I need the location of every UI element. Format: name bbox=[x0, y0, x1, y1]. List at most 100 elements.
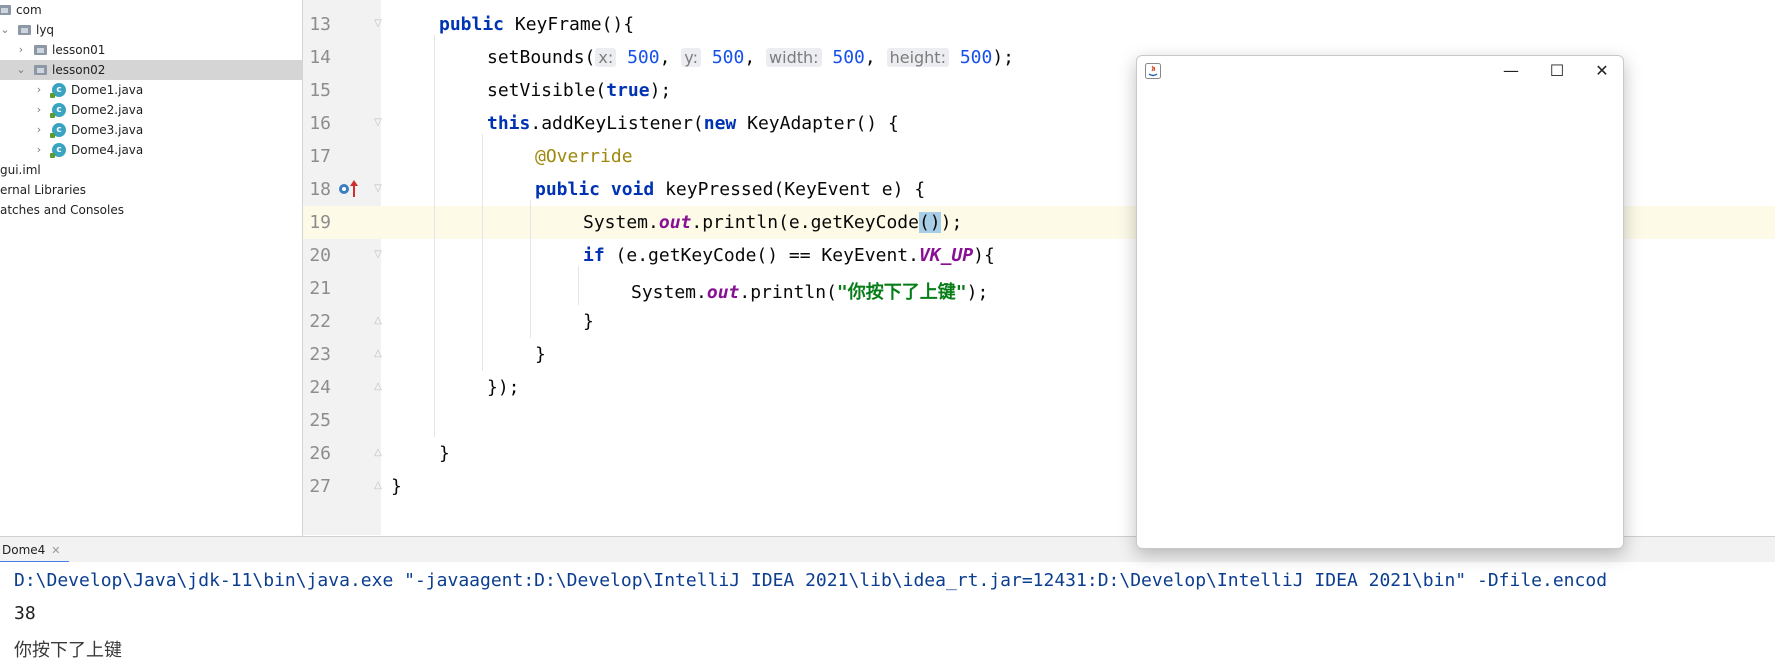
chevron-right-icon[interactable]: › bbox=[16, 40, 26, 60]
code-fragment: ){ bbox=[973, 245, 995, 266]
code-fragment: ); bbox=[966, 282, 989, 303]
package-icon bbox=[34, 45, 47, 55]
chevron-right-icon[interactable]: › bbox=[34, 140, 44, 160]
param-hint: width: bbox=[766, 48, 822, 67]
code-keyword: true bbox=[606, 80, 650, 101]
tree-item-lesson01[interactable]: › lesson01 bbox=[0, 40, 302, 60]
minimize-button[interactable]: — bbox=[1489, 56, 1533, 86]
run-tab[interactable]: Dome4 ✕ bbox=[0, 537, 69, 563]
tree-item-lesson02[interactable]: ⌄ lesson02 bbox=[0, 60, 302, 80]
indent-guide bbox=[578, 266, 579, 305]
code-fragment: keyPressed(KeyEvent e) { bbox=[654, 179, 926, 200]
tree-item-dome4[interactable]: › c Dome4.java bbox=[0, 140, 302, 160]
java-class-icon: c bbox=[50, 83, 66, 98]
tree-item-label: lyq bbox=[36, 23, 55, 37]
fold-marker-icon[interactable]: △ bbox=[372, 447, 384, 459]
line-number: 17 bbox=[309, 146, 331, 167]
code-fragment: ); bbox=[992, 47, 1015, 68]
tree-item-dome2[interactable]: › c Dome2.java bbox=[0, 100, 302, 120]
fold-marker-icon[interactable]: △ bbox=[372, 381, 384, 393]
chevron-down-icon[interactable]: ⌄ bbox=[0, 20, 10, 40]
chevron-right-icon[interactable]: › bbox=[34, 100, 44, 120]
code-fragment: setBounds( bbox=[487, 47, 596, 68]
code-text: } bbox=[583, 311, 594, 332]
chevron-right-icon[interactable]: › bbox=[34, 80, 44, 100]
fold-marker-icon[interactable]: △ bbox=[372, 348, 384, 360]
override-marker-icon[interactable] bbox=[338, 179, 360, 199]
fold-marker-icon[interactable]: △ bbox=[372, 480, 384, 492]
code-line[interactable]: 13 ▽ public KeyFrame(){ bbox=[303, 8, 1775, 41]
code-text: public void keyPressed(KeyEvent e) { bbox=[535, 179, 925, 200]
code-text: } bbox=[535, 344, 546, 365]
java-class-icon: c bbox=[50, 123, 66, 138]
java-class-icon: c bbox=[50, 103, 66, 118]
tree-item-dome3[interactable]: › c Dome3.java bbox=[0, 120, 302, 140]
package-icon bbox=[34, 65, 47, 75]
tree-item-label: lesson01 bbox=[52, 43, 106, 57]
maximize-button[interactable]: ☐ bbox=[1535, 56, 1579, 86]
code-number: 500 bbox=[711, 47, 745, 68]
tree-item-com[interactable]: com bbox=[0, 0, 302, 20]
run-console[interactable]: D:\Develop\Java\jdk-11\bin\java.exe "-ja… bbox=[0, 562, 1775, 669]
code-keyword: public bbox=[439, 14, 505, 35]
code-fragment: KeyAdapter() { bbox=[736, 113, 899, 134]
line-number: 13 bbox=[309, 14, 331, 35]
code-fragment: (e.getKeyCode() == KeyEvent. bbox=[604, 245, 919, 266]
code-keyword: void bbox=[610, 179, 655, 200]
fold-marker-icon[interactable]: ▽ bbox=[372, 117, 384, 129]
code-text: @Override bbox=[535, 146, 633, 167]
code-fragment: System. bbox=[583, 212, 659, 233]
code-number: 500 bbox=[959, 47, 993, 68]
tree-item-lyq[interactable]: ⌄ lyq bbox=[0, 20, 302, 40]
tree-item-label: atches and Consoles bbox=[0, 203, 124, 217]
code-annotation: @Override bbox=[535, 146, 633, 167]
java-icon bbox=[1145, 63, 1161, 79]
line-number: 23 bbox=[309, 344, 331, 365]
code-fragment: ); bbox=[940, 212, 963, 233]
code-number: 500 bbox=[627, 47, 660, 68]
line-number: 20 bbox=[309, 245, 331, 266]
console-output-line: 38 bbox=[14, 603, 36, 624]
indent-guide bbox=[434, 35, 435, 437]
code-text: public KeyFrame(){ bbox=[439, 14, 634, 35]
fold-marker-icon[interactable]: ▽ bbox=[372, 249, 384, 261]
close-button[interactable]: ✕ bbox=[1580, 56, 1624, 86]
code-fragment: setVisible( bbox=[487, 80, 607, 101]
java-class-icon: c bbox=[50, 143, 66, 158]
folder-icon bbox=[0, 5, 11, 15]
line-number: 19 bbox=[303, 212, 331, 233]
tree-item-label: Dome3.java bbox=[71, 123, 144, 137]
indent-guide bbox=[482, 134, 483, 371]
fold-marker-icon[interactable]: △ bbox=[372, 315, 384, 327]
tree-item-dome1[interactable]: › c Dome1.java bbox=[0, 80, 302, 100]
chevron-right-icon[interactable]: › bbox=[34, 120, 44, 140]
chevron-down-icon[interactable]: ⌄ bbox=[16, 60, 26, 80]
indent-guide bbox=[530, 200, 531, 338]
code-text: System.out.println("你按下了上键"); bbox=[631, 278, 988, 304]
run-tab-label: Dome4 bbox=[2, 543, 46, 557]
tree-item-scratches[interactable]: atches and Consoles bbox=[0, 200, 302, 220]
close-tab-icon[interactable]: ✕ bbox=[51, 544, 60, 557]
code-keyword: new bbox=[703, 113, 737, 134]
code-text: } bbox=[391, 476, 402, 497]
param-hint: height: bbox=[886, 48, 949, 67]
line-number: 15 bbox=[309, 80, 331, 101]
code-fragment: KeyFrame(){ bbox=[504, 14, 635, 35]
code-text: setVisible(true); bbox=[487, 80, 671, 101]
tree-item-external-libraries[interactable]: ernal Libraries bbox=[0, 180, 302, 200]
line-number: 22 bbox=[309, 311, 331, 332]
line-number: 25 bbox=[309, 410, 331, 431]
fold-marker-icon[interactable]: ▽ bbox=[372, 18, 384, 30]
java-app-window[interactable]: — ☐ ✕ bbox=[1136, 55, 1624, 549]
window-title-bar[interactable]: — ☐ ✕ bbox=[1137, 56, 1623, 86]
code-keyword: if bbox=[583, 245, 605, 266]
fold-marker-icon[interactable]: ▽ bbox=[372, 183, 384, 195]
code-text: setBounds(x: 500, y: 500, width: 500, he… bbox=[487, 47, 1015, 68]
code-number: 500 bbox=[832, 47, 865, 68]
code-string: "你按下了上键" bbox=[836, 282, 967, 303]
tree-item-gui-iml[interactable]: gui.iml bbox=[0, 160, 302, 180]
code-text: this.addKeyListener(new KeyAdapter() { bbox=[487, 113, 899, 134]
console-command-line: D:\Develop\Java\jdk-11\bin\java.exe "-ja… bbox=[14, 570, 1608, 591]
code-text: System.out.println(e.getKeyCode()); bbox=[583, 212, 962, 233]
line-number: 18 bbox=[309, 179, 331, 200]
